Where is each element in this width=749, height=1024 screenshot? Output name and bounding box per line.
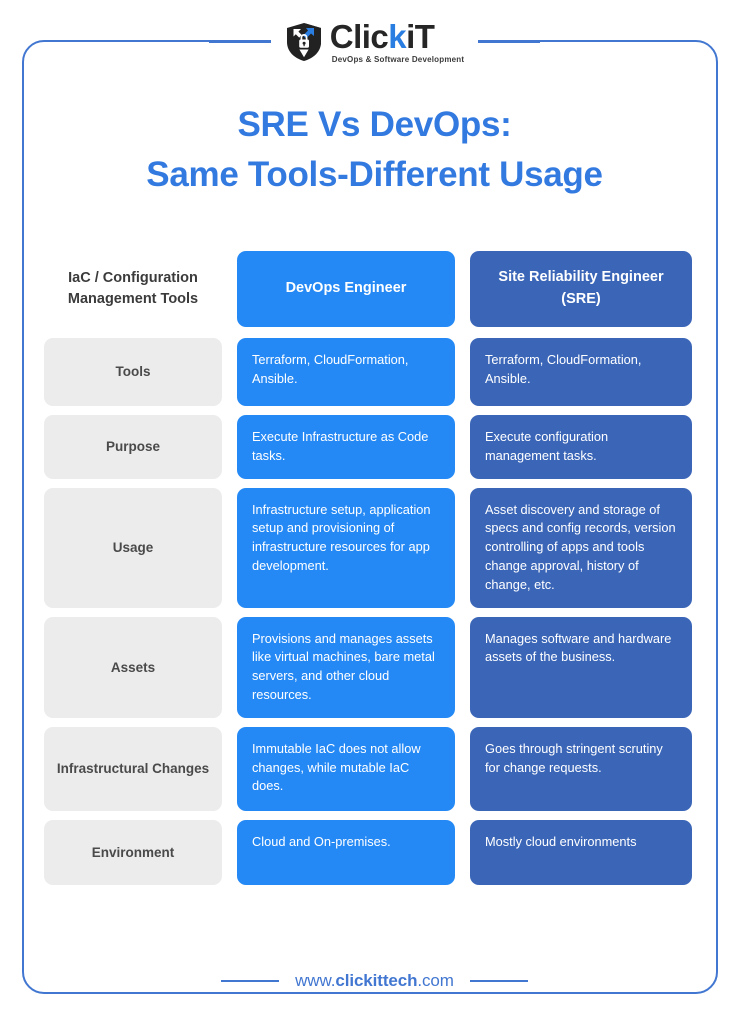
page-title-line-1: SRE Vs DevOps: (237, 105, 512, 144)
brand-name-suffix: iT (406, 18, 435, 55)
table-header-devops: DevOps Engineer (237, 251, 455, 327)
row-label-infrastructural-changes: Infrastructural Changes (44, 726, 222, 811)
brand-tagline: DevOps & Software Development (331, 55, 465, 64)
table-header-row: IaC / Configuration Management Tools Dev… (44, 251, 696, 327)
row-value-sre-infrastructural-changes: Goes through stringent scrutiny for chan… (470, 726, 692, 811)
brand-name-accent: k (388, 18, 407, 55)
row-value-sre-environment: Mostly cloud environments (470, 819, 692, 885)
row-value-devops-environment: Cloud and On-premises. (237, 819, 455, 885)
row-label-assets: Assets (44, 616, 222, 718)
table-row: Purpose Execute Infrastructure as Code t… (44, 415, 696, 479)
table-row: Assets Provisions and manages assets lik… (44, 616, 696, 718)
table-header-category: IaC / Configuration Management Tools (67, 269, 199, 307)
table-row: Environment Cloud and On-premises. Mostl… (44, 819, 696, 885)
brand-wordmark: ClickiT DevOps & Software Development (330, 20, 465, 64)
logo-divider-right (478, 41, 541, 43)
page-title-line-2: Same Tools-Different Usage (146, 154, 603, 194)
row-label-purpose: Purpose (44, 415, 222, 479)
comparison-table: IaC / Configuration Management Tools Dev… (44, 251, 696, 894)
row-value-devops-purpose: Execute Infrastructure as Code tasks. (237, 415, 455, 479)
row-label-environment: Environment (44, 819, 222, 885)
logo-lockup: ClickiT DevOps & Software Development (270, 20, 479, 64)
footer-url-prefix: www. (295, 971, 336, 990)
row-label-usage: Usage (44, 487, 222, 608)
row-value-sre-assets: Manages software and hardware assets of … (470, 616, 692, 718)
footer: www.clickittech.com (0, 958, 749, 1004)
brand-name-prefix: Clic (329, 18, 389, 55)
footer-url-suffix: .com (417, 971, 454, 990)
brand-name: ClickiT (330, 20, 435, 53)
row-value-devops-tools: Terraform, CloudFormation, Ansible. (237, 338, 455, 406)
footer-website-url[interactable]: www.clickittech.com (279, 971, 470, 991)
row-value-devops-assets: Provisions and manages assets like virtu… (237, 616, 455, 718)
footer-divider-left (221, 980, 280, 982)
table-row: Tools Terraform, CloudFormation, Ansible… (44, 338, 696, 406)
row-value-sre-purpose: Execute configuration management tasks. (470, 415, 692, 479)
clickit-shield-lock-icon (285, 22, 323, 62)
page-title: SRE Vs DevOps: Same Tools-Different Usag… (40, 100, 709, 199)
table-header-sre: Site Reliability Engineer (SRE) (470, 251, 692, 327)
brand-header: ClickiT DevOps & Software Development (0, 14, 749, 70)
footer-url-domain: clickittech (335, 971, 418, 990)
footer-divider-right (469, 980, 528, 982)
logo-divider-left (208, 41, 271, 43)
table-row: Infrastructural Changes Immutable IaC do… (44, 726, 696, 811)
row-value-devops-infrastructural-changes: Immutable IaC does not allow changes, wh… (237, 726, 455, 811)
row-label-tools: Tools (44, 338, 222, 406)
row-value-sre-tools: Terraform, CloudFormation, Ansible. (470, 338, 692, 406)
table-row: Usage Infrastructure setup, application … (44, 487, 696, 608)
row-value-devops-usage: Infrastructure setup, application setup … (237, 487, 455, 608)
row-value-sre-usage: Asset discovery and storage of specs and… (470, 487, 692, 608)
infographic-page: ClickiT DevOps & Software Development SR… (0, 0, 749, 1024)
